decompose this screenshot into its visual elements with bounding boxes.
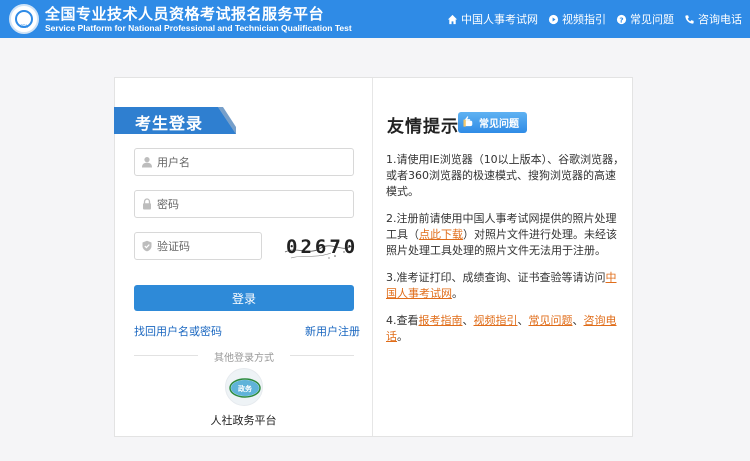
site-title: 全国专业技术人员资格考试报名服务平台	[45, 5, 325, 23]
shield-icon	[142, 240, 152, 252]
column-divider	[372, 78, 373, 436]
nav-faq[interactable]: ? 常见问题	[616, 11, 674, 27]
nav-label: 常见问题	[630, 13, 674, 26]
other-login-label: 其他登录方式	[214, 353, 274, 364]
separator: 、	[517, 314, 529, 327]
top-nav: 中国人事考试网 视频指引 ? 常见问题 咨询电话	[447, 11, 742, 27]
platform-label: 人社政务平台	[210, 414, 277, 427]
password-input[interactable]	[157, 191, 342, 217]
login-tab: 考生登录	[114, 107, 236, 134]
platform-icon-text: 政务	[238, 384, 253, 393]
top-header: PTA 全国专业技术人员资格考试报名服务平台 Service Platform …	[0, 0, 750, 38]
logo-text: PTA	[20, 24, 28, 29]
faq-button[interactable]: 常见问题	[458, 112, 527, 133]
faq-button-label: 常见问题	[479, 119, 519, 130]
video-icon	[548, 14, 559, 24]
tip-text: 。	[397, 330, 408, 343]
home-icon	[447, 14, 458, 24]
nav-cpta-home[interactable]: 中国人事考试网	[447, 11, 538, 27]
captcha-input[interactable]	[157, 233, 252, 259]
tip-text: 3.准考证打印、成绩查询、证书查验等请访问	[386, 271, 606, 284]
phone-icon	[685, 14, 694, 24]
tip-text: 4.查看	[386, 314, 419, 327]
login-tab-label: 考生登录	[135, 114, 204, 133]
register-link[interactable]: 新用户注册	[305, 323, 360, 339]
lock-icon	[143, 198, 151, 210]
tip-text: 。	[452, 287, 463, 300]
tip-item: 2.注册前请使用中国人事考试网提供的照片处理工具（点此下载）对照片文件进行处理。…	[386, 211, 626, 259]
nav-label: 咨询电话	[698, 13, 742, 26]
platform-logo: 政务	[229, 378, 261, 398]
question-icon: ?	[616, 14, 627, 24]
hrss-platform-icon[interactable]: 政务	[225, 368, 263, 406]
separator: 、	[462, 314, 474, 327]
logo: PTA	[9, 4, 39, 34]
exam-guide-link[interactable]: 报考指南	[419, 314, 463, 327]
tip-item: 3.准考证打印、成绩查询、证书查验等请访问中国人事考试网。	[386, 270, 626, 302]
login-panel: 考生登录 02670 登录 找回用户名或密码 新用户注册 其他登录方式	[114, 77, 633, 437]
nav-label: 中国人事考试网	[461, 13, 538, 26]
captcha-field	[134, 232, 262, 260]
faq-link[interactable]: 常见问题	[529, 314, 573, 327]
password-field	[134, 190, 354, 218]
nav-label: 视频指引	[562, 13, 606, 26]
forgot-credentials-link[interactable]: 找回用户名或密码	[134, 323, 222, 339]
login-button[interactable]: 登录	[134, 285, 354, 311]
tips-title: 友情提示	[387, 117, 459, 137]
other-login-divider: 其他登录方式	[134, 349, 354, 364]
captcha-image[interactable]: 02670	[283, 232, 355, 262]
nav-phone[interactable]: 咨询电话	[684, 11, 742, 27]
username-input[interactable]	[157, 149, 342, 175]
tip-item: 1.请使用IE浏览器（10以上版本）、谷歌浏览器，或者360浏览器的极速模式、搜…	[386, 152, 626, 200]
tip-text: 1.请使用IE浏览器（10以上版本）、谷歌浏览器，或者360浏览器的极速模式、搜…	[386, 153, 625, 198]
separator: 、	[572, 314, 584, 327]
video-guide-link[interactable]: 视频指引	[474, 314, 518, 327]
divider-line	[290, 355, 354, 356]
captcha-code: 02670	[286, 236, 359, 258]
tips-list: 1.请使用IE浏览器（10以上版本）、谷歌浏览器，或者360浏览器的极速模式、搜…	[386, 152, 626, 356]
svg-text:?: ?	[619, 15, 623, 24]
username-field	[134, 148, 354, 176]
user-icon	[142, 157, 152, 168]
nav-video-guide[interactable]: 视频指引	[548, 11, 606, 27]
pointing-hand-icon	[463, 116, 473, 127]
tip-item: 4.查看报考指南、视频指引、常见问题、咨询电话。	[386, 313, 626, 345]
site-subtitle: Service Platform for National Profession…	[45, 23, 352, 33]
download-tool-link[interactable]: 点此下载	[419, 228, 463, 241]
